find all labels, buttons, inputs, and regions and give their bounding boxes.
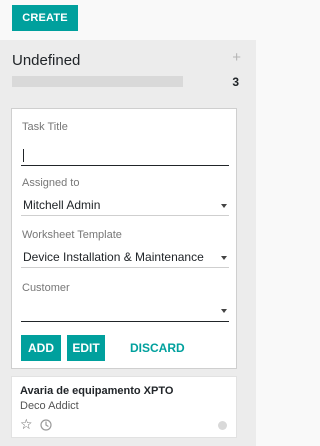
add-task-icon[interactable]: + xyxy=(232,49,241,66)
quick-create-form: Task Title Assigned to Mitchell Admin Wo… xyxy=(11,108,237,369)
chevron-down-icon xyxy=(221,204,227,208)
column-count: 3 xyxy=(232,75,239,89)
clock-icon[interactable] xyxy=(40,419,52,431)
task-title-underline xyxy=(21,165,229,166)
discard-button[interactable]: DISCARD xyxy=(130,335,185,361)
worksheet-template-label: Worksheet Template xyxy=(22,229,122,241)
customer-label: Customer xyxy=(22,282,70,294)
star-icon[interactable]: ☆ xyxy=(20,417,33,431)
edit-button[interactable]: EDIT xyxy=(67,335,105,361)
column-progress-bar[interactable] xyxy=(12,76,183,87)
customer-underline xyxy=(21,321,229,322)
column-title[interactable]: Undefined xyxy=(12,52,80,69)
worksheet-template-underline xyxy=(21,267,229,268)
status-dot[interactable] xyxy=(218,421,227,430)
worksheet-template-value: Device Installation & Maintenance xyxy=(23,250,204,264)
kanban-column: Undefined + 3 Task Title Assigned to Mit… xyxy=(0,40,256,446)
chevron-down-icon xyxy=(221,256,227,260)
assigned-to-label: Assigned to xyxy=(22,177,80,189)
text-cursor xyxy=(23,149,24,162)
task-title-label: Task Title xyxy=(22,121,68,133)
task-customer: Deco Addict xyxy=(20,400,79,412)
add-button[interactable]: ADD xyxy=(21,335,61,361)
chevron-down-icon xyxy=(221,309,227,313)
task-card[interactable]: Avaria de equipamento XPTO Deco Addict ☆ xyxy=(11,376,237,438)
task-name: Avaria de equipamento XPTO xyxy=(20,385,174,397)
create-button[interactable]: CREATE xyxy=(12,5,78,31)
assigned-to-value: Mitchell Admin xyxy=(23,198,101,212)
assigned-to-underline xyxy=(21,215,229,216)
